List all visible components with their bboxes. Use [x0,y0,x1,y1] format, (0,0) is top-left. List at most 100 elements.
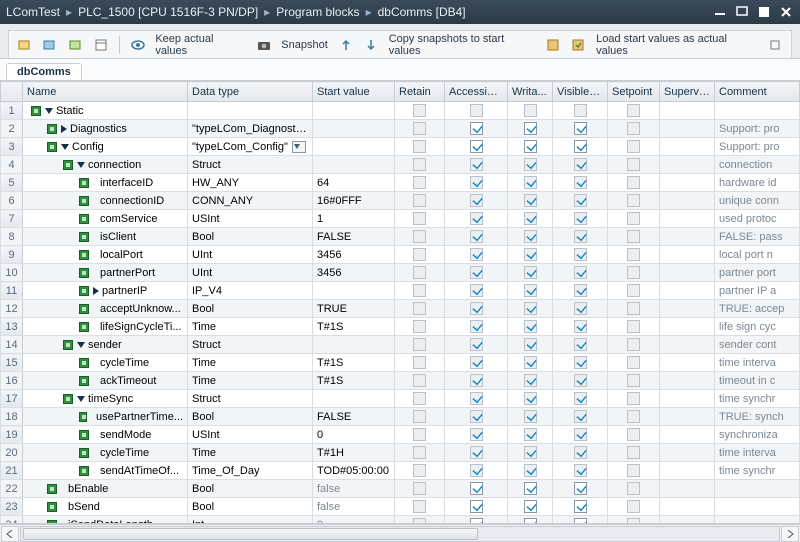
type-dropdown-icon[interactable] [292,141,306,153]
row-start[interactable]: FALSE [313,228,395,246]
row-comment[interactable]: synchroniza [715,426,800,444]
table-row[interactable]: 11partnerIPIP_V4partner IP a [1,282,800,300]
row-start[interactable]: T#1H [313,444,395,462]
expand-right-icon[interactable] [93,287,99,295]
row-type[interactable]: Struct [188,156,313,174]
row-type[interactable]: Time_Of_Day [188,462,313,480]
row-comment[interactable]: partner port [715,264,800,282]
checkbox[interactable] [413,464,426,477]
row-start[interactable]: TOD#05:00:00 [313,462,395,480]
toolbar-copy-down-icon[interactable] [361,35,380,55]
checkbox[interactable] [574,428,587,441]
toolbar-eye-icon[interactable] [128,35,147,55]
tab-dbcomms[interactable]: dbComms [6,63,82,80]
row-start[interactable]: TRUE [313,300,395,318]
checkbox[interactable] [524,392,537,405]
row-comment[interactable]: time interva [715,354,800,372]
checkbox[interactable] [470,374,483,387]
row-start[interactable]: 16#0FFF [313,192,395,210]
checkbox[interactable] [413,194,426,207]
scroll-thumb[interactable] [23,528,478,540]
row-comment[interactable] [715,516,800,525]
checkbox[interactable] [627,320,640,333]
checkbox[interactable] [627,284,640,297]
table-row[interactable]: 20cycleTimeTimeT#1Htime interva [1,444,800,462]
checkbox[interactable] [627,392,640,405]
row-comment[interactable]: used protoc [715,210,800,228]
checkbox[interactable] [413,482,426,495]
checkbox[interactable] [627,428,640,441]
row-type[interactable]: USInt [188,210,313,228]
checkbox[interactable] [574,320,587,333]
col-writable[interactable]: Writa... [508,82,553,102]
checkbox[interactable] [524,176,537,189]
restore-icon[interactable] [736,6,750,18]
checkbox[interactable] [470,446,483,459]
row-type[interactable]: UInt [188,264,313,282]
checkbox[interactable] [524,500,537,513]
toolbar-btn-4[interactable] [91,35,110,55]
checkbox[interactable] [524,212,537,225]
table-row[interactable]: 13lifeSignCycleTi...TimeT#1Slife sign cy… [1,318,800,336]
row-type[interactable]: CONN_ANY [188,192,313,210]
checkbox[interactable] [627,104,640,117]
row-type[interactable]: Struct [188,390,313,408]
table-row[interactable]: 15cycleTimeTimeT#1Stime interva [1,354,800,372]
row-start[interactable] [313,120,395,138]
toolbar-btn-1[interactable] [15,35,34,55]
checkbox[interactable] [413,140,426,153]
row-start[interactable]: FALSE [313,408,395,426]
row-type[interactable]: Time [188,318,313,336]
checkbox[interactable] [627,482,640,495]
checkbox[interactable] [413,446,426,459]
checkbox[interactable] [574,410,587,423]
checkbox[interactable] [524,338,537,351]
table-row[interactable]: 14senderStructsender cont [1,336,800,354]
checkbox[interactable] [470,302,483,315]
table-row[interactable]: 22bEnableBoolfalse [1,480,800,498]
col-setpoint[interactable]: Setpoint [608,82,660,102]
checkbox[interactable] [574,500,587,513]
checkbox[interactable] [574,302,587,315]
checkbox[interactable] [627,212,640,225]
table-row[interactable]: 24iSendDataLengthInt0 [1,516,800,525]
checkbox[interactable] [413,356,426,369]
checkbox[interactable] [627,230,640,243]
checkbox[interactable] [413,230,426,243]
checkbox[interactable] [574,248,587,261]
checkbox[interactable] [524,374,537,387]
checkbox[interactable] [524,428,537,441]
row-start[interactable]: false [313,498,395,516]
checkbox[interactable] [627,302,640,315]
table-row[interactable]: 5interfaceIDHW_ANY64hardware id [1,174,800,192]
row-type[interactable]: Bool [188,480,313,498]
checkbox[interactable] [470,320,483,333]
row-type[interactable]: Struct [188,336,313,354]
row-start[interactable]: false [313,480,395,498]
col-visible[interactable]: Visible in ... [553,82,608,102]
checkbox[interactable] [524,482,537,495]
row-start[interactable]: T#1S [313,372,395,390]
checkbox[interactable] [413,266,426,279]
checkbox[interactable] [574,140,587,153]
row-type[interactable]: Time [188,354,313,372]
row-type[interactable]: Bool [188,498,313,516]
row-comment[interactable] [715,480,800,498]
checkbox[interactable] [574,230,587,243]
row-comment[interactable]: sender cont [715,336,800,354]
table-row[interactable]: 10partnerPortUInt3456partner port [1,264,800,282]
table-row[interactable]: 2Diagnostics"typeLCom_Diagnostics"Suppor… [1,120,800,138]
checkbox[interactable] [574,356,587,369]
row-type[interactable]: Time [188,372,313,390]
checkbox[interactable] [627,518,640,524]
checkbox[interactable] [627,464,640,477]
col-supervision[interactable]: Supervisi... [660,82,715,102]
row-type[interactable]: Bool [188,408,313,426]
row-start[interactable]: 1 [313,210,395,228]
row-type[interactable]: "typeLCom_Diagnostics" [188,120,313,138]
row-comment[interactable]: TRUE: synch [715,408,800,426]
row-type[interactable]: Int [188,516,313,525]
checkbox[interactable] [524,356,537,369]
breadcrumb-1[interactable]: PLC_1500 [CPU 1516F-3 PN/DP] [78,5,258,19]
scroll-right-icon[interactable] [781,526,799,542]
